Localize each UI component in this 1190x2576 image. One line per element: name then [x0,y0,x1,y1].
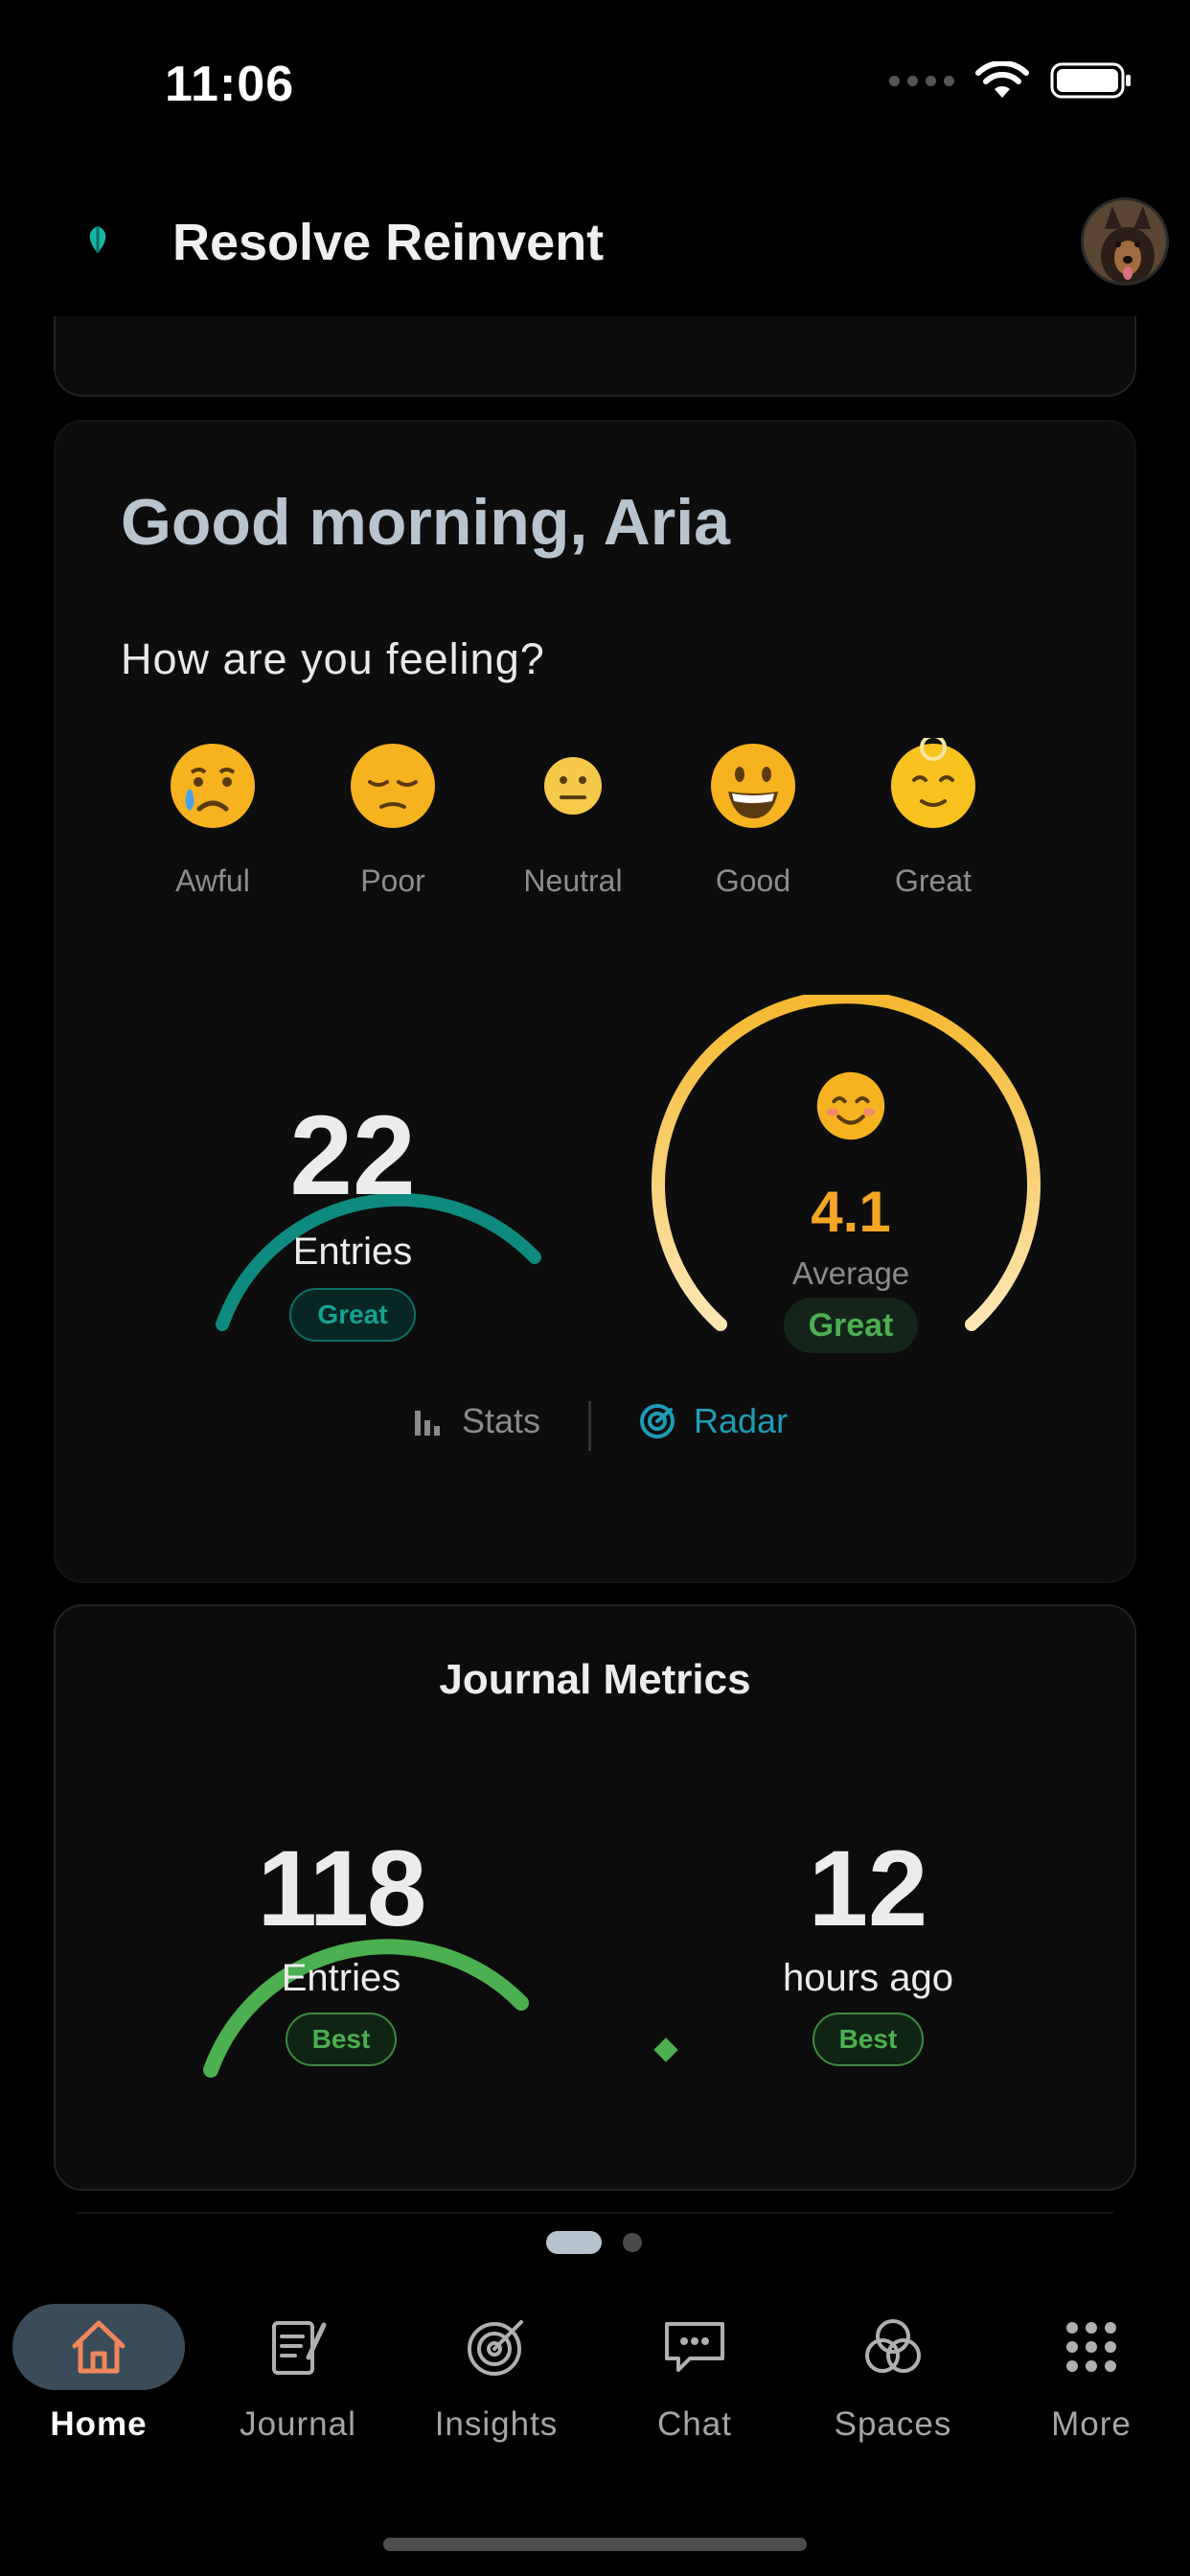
tab-label: More [1051,2405,1132,2443]
entries-gauge: 22 Entries Great [149,995,556,1378]
journal-icon [272,2321,327,2375]
entries-label: Entries [292,1230,413,1273]
tab-icon-wrap [410,2304,583,2390]
tab-home[interactable]: Home [8,2304,190,2448]
tab-label: Home [50,2405,148,2443]
page-dot[interactable] [623,2233,642,2252]
stats-toggle-label: Stats [462,1401,541,1440]
stats-toggle[interactable]: Stats [412,1401,540,1441]
mood-prompt: How are you feeling? [121,634,545,683]
app-logo-icon [89,226,106,253]
cellular-signal-icon [889,75,954,86]
status-bar: 11:06 [0,0,1190,172]
target-icon [468,2320,523,2376]
mood-option-great[interactable]: Great [857,734,1010,899]
mood-option-poor[interactable]: Poor [316,738,469,899]
last-entry-value: 12 [808,1828,928,1948]
grid-icon [1066,2322,1116,2372]
tab-label: Journal [240,2405,356,2443]
mood-card: Good morning, Aria How are you feeling? … [54,420,1136,1583]
mood-label: Neutral [523,863,623,898]
relieved-face-icon [891,734,975,828]
total-entries-label: Entries [281,1957,401,1999]
mood-option-awful[interactable]: Awful [136,738,289,899]
home-indicator[interactable] [383,2538,807,2551]
last-entry-badge: Best [812,2012,924,2066]
tab-icon-wrap [212,2304,384,2390]
greeting: Good morning, Aria [121,486,730,559]
bar-chart-icon [415,1411,440,1436]
tab-label: Chat [657,2405,732,2443]
entries-count: 22 [289,1092,416,1219]
pensive-face-icon [351,744,435,828]
neutral-face-icon [544,757,602,815]
diamond-marker-icon [653,2037,678,2062]
crying-face-icon [171,744,255,828]
mood-label: Poor [360,863,425,898]
mood-label: Awful [175,863,250,898]
chat-bubble-icon [665,2322,724,2372]
page-dot-active[interactable] [546,2231,602,2254]
average-label: Average [791,1255,910,1291]
view-toggle: Stats Radar [56,1401,1138,1459]
mood-option-neutral[interactable]: Neutral [496,738,650,899]
status-time: 11:06 [165,57,295,112]
tab-icon-wrap [1005,2304,1178,2390]
page-indicator [0,2212,1190,2254]
tab-chat[interactable]: Chat [604,2304,786,2448]
tab-home-highlight [12,2304,185,2390]
radar-toggle-label: Radar [694,1401,789,1440]
total-entries-count: 118 [257,1828,427,1948]
mood-label: Great [894,863,973,898]
app-title: Resolve Reinvent [172,214,605,271]
tab-icon-wrap [608,2304,781,2390]
spaces-icon [865,2319,921,2373]
journal-metrics-card: Journal Metrics 118 Entries Best 12 hour… [54,1604,1136,2191]
divider [77,2212,1113,2214]
tab-insights[interactable]: Insights [405,2304,587,2448]
tab-icon-wrap [807,2304,979,2390]
status-icons [889,61,1133,100]
mood-picker: Awful Poor Neutral Good Great [136,734,1037,901]
radar-icon [640,1404,675,1438]
average-mood-gauge: 4.1 Average Great [648,995,1054,1397]
tab-journal[interactable]: Journal [207,2304,389,2448]
average-status-badge: Great [784,1298,918,1353]
dog-photo-icon [1084,200,1166,283]
last-entry-label: hours ago [783,1957,953,1999]
tab-spaces[interactable]: Spaces [802,2304,984,2448]
average-mood-value: 4.1 [811,1180,891,1244]
mood-label: Good [715,863,791,898]
battery-icon [1050,62,1131,99]
bottom-tab-bar: Home Journal Insights Chat Spaces More [0,2281,1190,2472]
total-entries-badge: Best [286,2012,397,2066]
mood-option-good[interactable]: Good [676,738,830,899]
tab-label: Spaces [834,2405,952,2443]
metrics-title: Journal Metrics [439,1656,751,1703]
smiling-face-icon [816,1071,885,1140]
app-header: Resolve Reinvent [0,182,1190,316]
grinning-face-icon [711,744,795,828]
radar-toggle[interactable]: Radar [638,1401,788,1441]
avatar[interactable] [1081,197,1169,286]
wifi-icon [975,61,1029,98]
last-entry-metric: 12 hours ago Best [653,1740,1071,2124]
tab-label: Insights [434,2405,559,2443]
entries-status-badge: Great [289,1288,416,1342]
home-icon [72,2320,126,2374]
total-entries-gauge: 118 Entries Best [138,1740,544,2124]
tab-more[interactable]: More [1000,2304,1182,2448]
toggle-divider [588,1401,591,1451]
